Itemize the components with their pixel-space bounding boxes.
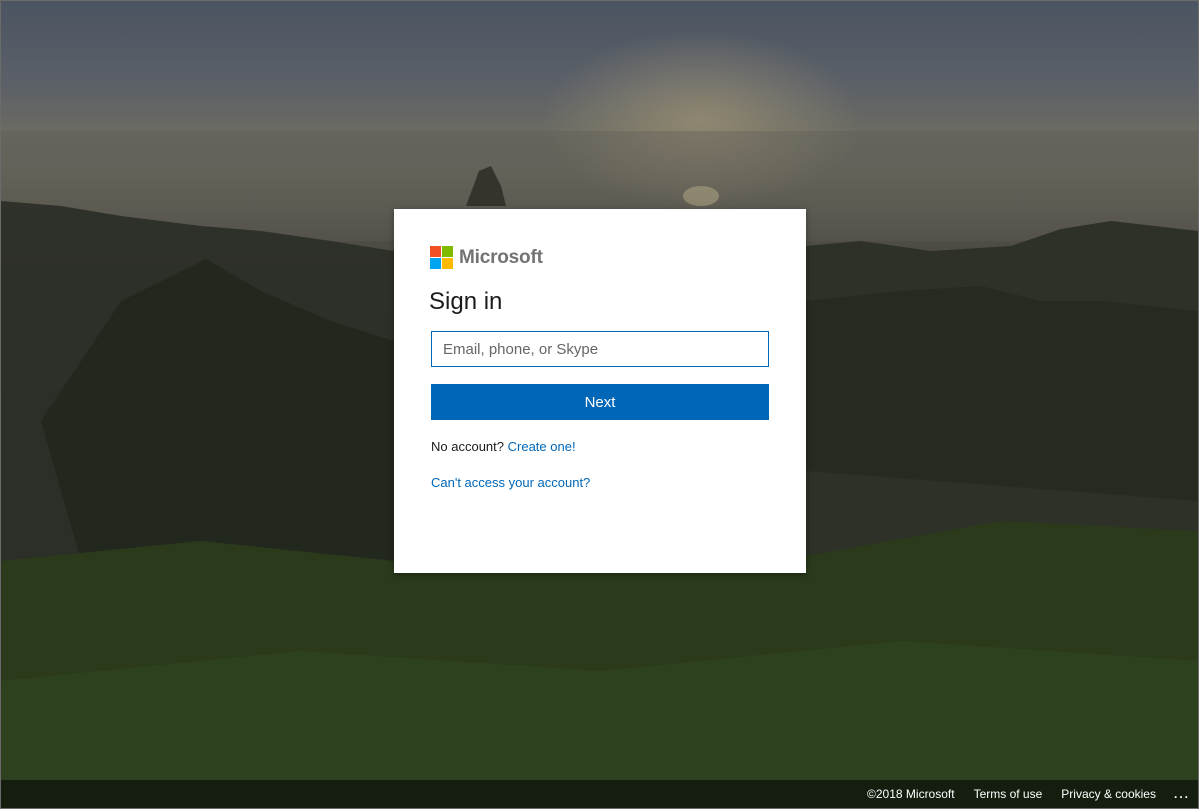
page-title: Sign in [429,288,503,315]
brand-name: Microsoft [459,246,543,268]
logo-square-yellow [442,258,453,269]
microsoft-logo: Microsoft [430,246,543,269]
logo-square-red [430,246,441,257]
microsoft-windows-logo-icon [430,246,453,269]
sign-in-card: Microsoft Sign in Next No account? Creat… [394,209,806,573]
email-field[interactable] [431,331,769,367]
no-account-row: No account? Create one! [431,439,576,454]
more-options-icon[interactable]: ... [1174,787,1190,801]
footer: ©2018 Microsoft Terms of use Privacy & c… [1,780,1198,808]
create-account-link[interactable]: Create one! [508,439,576,454]
cant-access-row: Can't access your account? [431,475,590,490]
copyright-text: ©2018 Microsoft [867,787,955,801]
sign-in-page: Microsoft Sign in Next No account? Creat… [0,0,1199,809]
next-button[interactable]: Next [431,384,769,420]
terms-of-use-link[interactable]: Terms of use [974,787,1043,801]
cant-access-account-link[interactable]: Can't access your account? [431,475,590,490]
no-account-text: No account? [431,439,504,454]
logo-square-green [442,246,453,257]
logo-square-blue [430,258,441,269]
privacy-cookies-link[interactable]: Privacy & cookies [1061,787,1156,801]
